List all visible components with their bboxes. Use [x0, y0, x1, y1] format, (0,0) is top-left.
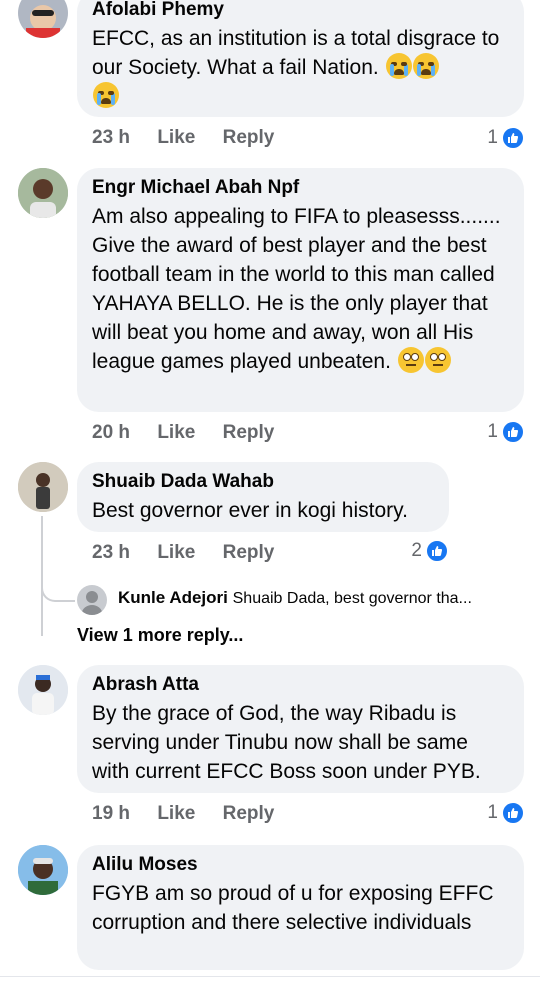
comment-time[interactable]: 20 h [92, 422, 130, 443]
divider [0, 976, 540, 977]
comment-actions: 20 h Like Reply [92, 422, 296, 444]
reply-button[interactable]: Reply [223, 127, 275, 148]
default-avatar-icon[interactable] [77, 585, 107, 615]
comment-author[interactable]: Alilu Moses [92, 853, 508, 877]
like-button[interactable]: Like [157, 542, 195, 563]
reply-button[interactable]: Reply [223, 422, 275, 443]
thread-line [41, 520, 77, 636]
comment-author[interactable]: Afolabi Phemy [92, 0, 508, 22]
reaction-number: 2 [411, 540, 422, 561]
avatar[interactable] [18, 462, 68, 512]
comment-bubble: Alilu Moses FGYB am so proud of u for ex… [77, 845, 524, 970]
comment-actions: 23 h Like Reply [92, 542, 296, 564]
comment-actions: 19 h Like Reply [92, 803, 296, 825]
comment-actions: 23 h Like Reply [92, 127, 296, 149]
reaction-count[interactable]: 2 [411, 540, 448, 562]
like-icon [502, 421, 524, 443]
reply-button[interactable]: Reply [223, 803, 275, 824]
avatar[interactable] [18, 168, 68, 218]
reaction-count[interactable]: 1 [487, 127, 524, 149]
comment-bubble: Engr Michael Abah Npf Am also appealing … [77, 168, 524, 412]
comment-text: FGYB am so proud of u for exposing EFFC … [92, 882, 494, 934]
comment-bubble: Shuaib Dada Wahab Best governor ever in … [77, 462, 449, 532]
crying-face-icon [412, 53, 439, 79]
reaction-count[interactable]: 1 [487, 802, 524, 824]
comment-author[interactable]: Shuaib Dada Wahab [92, 470, 433, 494]
avatar[interactable] [18, 0, 68, 38]
comment-author[interactable]: Abrash Atta [92, 673, 508, 697]
avatar[interactable] [18, 665, 68, 715]
like-icon [502, 127, 524, 149]
like-button[interactable]: Like [157, 422, 195, 443]
avatar[interactable] [18, 845, 68, 895]
like-icon [426, 540, 448, 562]
comment-text: Am also appealing to FIFA to pleasesss..… [92, 205, 501, 373]
comment-text: Best governor ever in kogi history. [92, 499, 408, 522]
face-with-rolling-eyes-icon [397, 347, 424, 373]
like-icon [502, 802, 524, 824]
reaction-number: 1 [487, 127, 498, 148]
comment-text: By the grace of God, the way Ribadu is s… [92, 702, 481, 783]
crying-face-icon [385, 53, 412, 79]
reaction-count[interactable]: 1 [487, 421, 524, 443]
comment-text: EFCC, as an institution is a total disgr… [92, 24, 508, 111]
reaction-number: 1 [487, 802, 498, 823]
face-with-rolling-eyes-icon [424, 347, 451, 373]
like-button[interactable]: Like [157, 803, 195, 824]
reaction-number: 1 [487, 421, 498, 442]
comment-time[interactable]: 19 h [92, 803, 130, 824]
reply-author[interactable]: Kunle Adejori [118, 588, 228, 607]
comment-author[interactable]: Engr Michael Abah Npf [92, 176, 508, 200]
comment-bubble: Afolabi Phemy EFCC, as an institution is… [77, 0, 524, 117]
comment-time[interactable]: 23 h [92, 542, 130, 563]
like-button[interactable]: Like [157, 127, 195, 148]
view-more-replies-link[interactable]: View 1 more reply... [77, 625, 243, 646]
nested-reply[interactable]: Kunle Adejori Shuaib Dada, best governor… [118, 588, 472, 608]
reply-text: Shuaib Dada, best governor tha... [232, 590, 472, 607]
comment-bubble: Abrash Atta By the grace of God, the way… [77, 665, 524, 793]
reply-button[interactable]: Reply [223, 542, 275, 563]
crying-face-icon [93, 82, 119, 108]
comment-time[interactable]: 23 h [92, 127, 130, 148]
